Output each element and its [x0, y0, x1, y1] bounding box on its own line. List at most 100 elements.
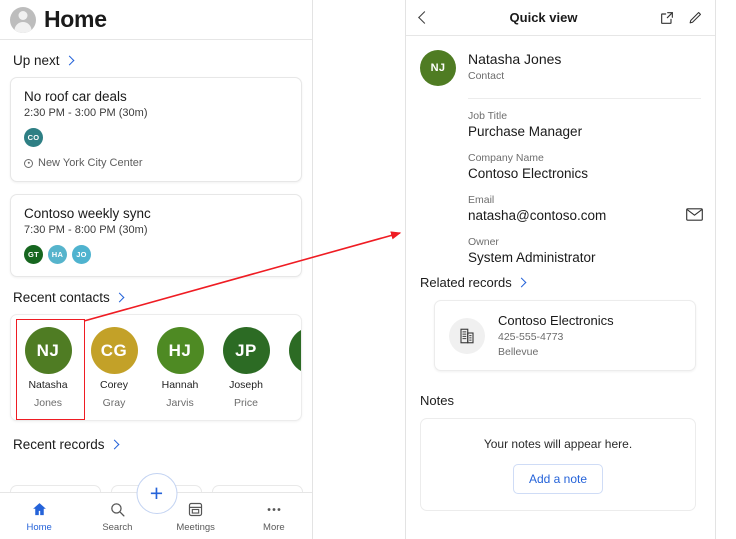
meetings-icon	[187, 500, 204, 519]
nav-label-search: Search	[102, 521, 133, 533]
contact-avatar[interactable]: M	[288, 327, 301, 374]
contact-avatar[interactable]: HJ	[156, 327, 204, 374]
field-label: Email	[468, 194, 495, 206]
screenshot-stage: Home Up next No roof car deals 2:30 PM -…	[0, 0, 736, 539]
contact-avatar: NJ	[420, 50, 456, 86]
contact-avatar[interactable]: NJ	[24, 327, 72, 374]
contact-summary: NJ Natasha Jones Contact	[406, 36, 715, 98]
quick-view-title: Quick view	[509, 10, 578, 25]
field-label: Job Title	[468, 110, 508, 122]
attendee-avatar[interactable]: CO	[24, 128, 43, 147]
quick-view-header: Quick view	[406, 0, 715, 36]
nav-label-more: More	[263, 521, 285, 533]
contact-last-name: Gray	[102, 397, 126, 410]
related-record-phone: 425-555-4773	[498, 331, 564, 343]
meeting-card[interactable]: No roof car deals 2:30 PM - 3:00 PM (30m…	[10, 77, 302, 182]
mail-icon[interactable]	[686, 208, 703, 226]
chevron-right-icon	[109, 439, 119, 450]
chevron-right-icon	[114, 292, 125, 302]
contact-item[interactable]: JP Joseph Price	[213, 325, 279, 410]
section-header-notes: Notes	[420, 393, 454, 408]
recent-contacts-row[interactable]: NJ Natasha Jones CG Corey Gray HJ Hannah…	[11, 325, 301, 410]
meeting-title: No roof car deals	[24, 89, 127, 104]
bottom-navigation-bar: + Home Search Meetings More	[0, 473, 312, 539]
open-in-new-icon[interactable]	[658, 9, 676, 27]
chevron-right-icon	[64, 55, 74, 65]
contact-last-name: Jarvis	[166, 397, 194, 410]
location-pin-icon	[24, 158, 33, 168]
contact-identity: Natasha Jones Contact	[468, 50, 561, 82]
recent-contacts-card: NJ Natasha Jones CG Corey Gray HJ Hannah…	[10, 314, 302, 422]
field-value: natasha@contoso.com	[468, 208, 607, 223]
section-header-recent-records[interactable]: Recent records	[13, 437, 302, 452]
section-header-recent-contacts[interactable]: Recent contacts	[13, 290, 302, 305]
meeting-time: 7:30 PM - 8:00 PM (30m)	[24, 224, 148, 236]
related-record-card[interactable]: Contoso Electronics 425-555-4773 Bellevu…	[434, 300, 696, 371]
more-icon	[264, 500, 284, 519]
nav-label-meetings: Meetings	[176, 521, 215, 533]
attendee-avatar[interactable]: HA	[48, 245, 67, 264]
related-record-city: Bellevue	[498, 346, 539, 358]
attendee-avatar[interactable]: JO	[72, 245, 91, 264]
create-new-button[interactable]: +	[136, 473, 177, 514]
field-value: Purchase Manager	[468, 124, 583, 139]
contact-avatar[interactable]: CG	[90, 327, 138, 374]
contact-fields: Job Title Purchase Manager Company Name …	[406, 98, 715, 265]
home-body: Up next No roof car deals 2:30 PM - 3:00…	[0, 53, 312, 452]
field-label: Owner	[468, 236, 499, 248]
contact-name: Natasha Jones	[468, 51, 562, 67]
contact-type: Contact	[468, 70, 505, 83]
section-header-up-next[interactable]: Up next	[13, 53, 302, 68]
divider	[468, 98, 701, 99]
related-record-info: Contoso Electronics 425-555-4773 Bellevu…	[498, 313, 614, 358]
section-label-up-next: Up next	[13, 53, 60, 68]
notes-empty-card: Your notes will appear here. Add a note	[420, 418, 696, 511]
field-value: System Administrator	[468, 250, 596, 265]
meeting-title: Contoso weekly sync	[24, 206, 151, 221]
home-icon	[31, 500, 48, 519]
contact-first-name: Corey	[99, 379, 128, 391]
chevron-right-icon	[516, 277, 527, 287]
building-icon	[449, 317, 485, 354]
home-header: Home	[0, 0, 312, 40]
field-job-title: Job Title Purchase Manager	[468, 110, 701, 139]
contact-last-name: Jones	[33, 397, 63, 410]
nav-label-home: Home	[26, 521, 52, 533]
contact-item[interactable]: M M Ro	[279, 325, 301, 410]
attendee-avatar[interactable]: GT	[24, 245, 43, 264]
section-label-recent-records: Recent records	[13, 437, 105, 453]
person-avatar-icon[interactable]	[10, 6, 36, 33]
meeting-location: New York City Center	[24, 157, 288, 169]
add-note-button[interactable]: Add a note	[512, 464, 604, 494]
section-header-related-records[interactable]: Related records	[420, 275, 715, 290]
field-label: Company Name	[468, 152, 544, 164]
back-chevron-icon[interactable]	[418, 11, 431, 24]
meeting-time: 2:30 PM - 3:00 PM (30m)	[24, 107, 148, 119]
field-owner: Owner System Administrator	[468, 236, 701, 265]
search-icon	[109, 500, 126, 519]
contact-first-name: Natasha	[28, 379, 68, 391]
contact-first-name: Joseph	[229, 379, 263, 391]
field-value: Contoso Electronics	[468, 166, 589, 181]
section-label-recent-contacts: Recent contacts	[13, 290, 110, 305]
field-email: Email natasha@contoso.com	[468, 194, 703, 226]
attendee-list: CO	[24, 128, 288, 147]
related-record-title: Contoso Electronics	[498, 313, 614, 328]
pencil-edit-icon[interactable]	[686, 9, 704, 27]
contact-item[interactable]: HJ Hannah Jarvis	[147, 325, 213, 410]
meeting-location-text: New York City Center	[38, 157, 143, 169]
notes-empty-text: Your notes will appear here.	[483, 437, 633, 451]
page-title: Home	[44, 6, 107, 32]
nav-item-more[interactable]: More	[235, 500, 312, 533]
contact-avatar[interactable]: JP	[222, 327, 270, 374]
contact-last-name: Price	[234, 397, 258, 410]
contact-item[interactable]: NJ Natasha Jones	[15, 325, 81, 410]
meeting-card[interactable]: Contoso weekly sync 7:30 PM - 8:00 PM (3…	[10, 194, 302, 277]
plus-icon: +	[149, 480, 164, 506]
nav-item-home[interactable]: Home	[0, 500, 78, 533]
attendee-list: GT HA JO	[24, 245, 288, 264]
field-company-name: Company Name Contoso Electronics	[468, 152, 701, 181]
contact-first-name: Hannah	[161, 379, 199, 391]
contact-item[interactable]: CG Corey Gray	[81, 325, 147, 410]
home-screen-panel: Home Up next No roof car deals 2:30 PM -…	[0, 0, 313, 539]
